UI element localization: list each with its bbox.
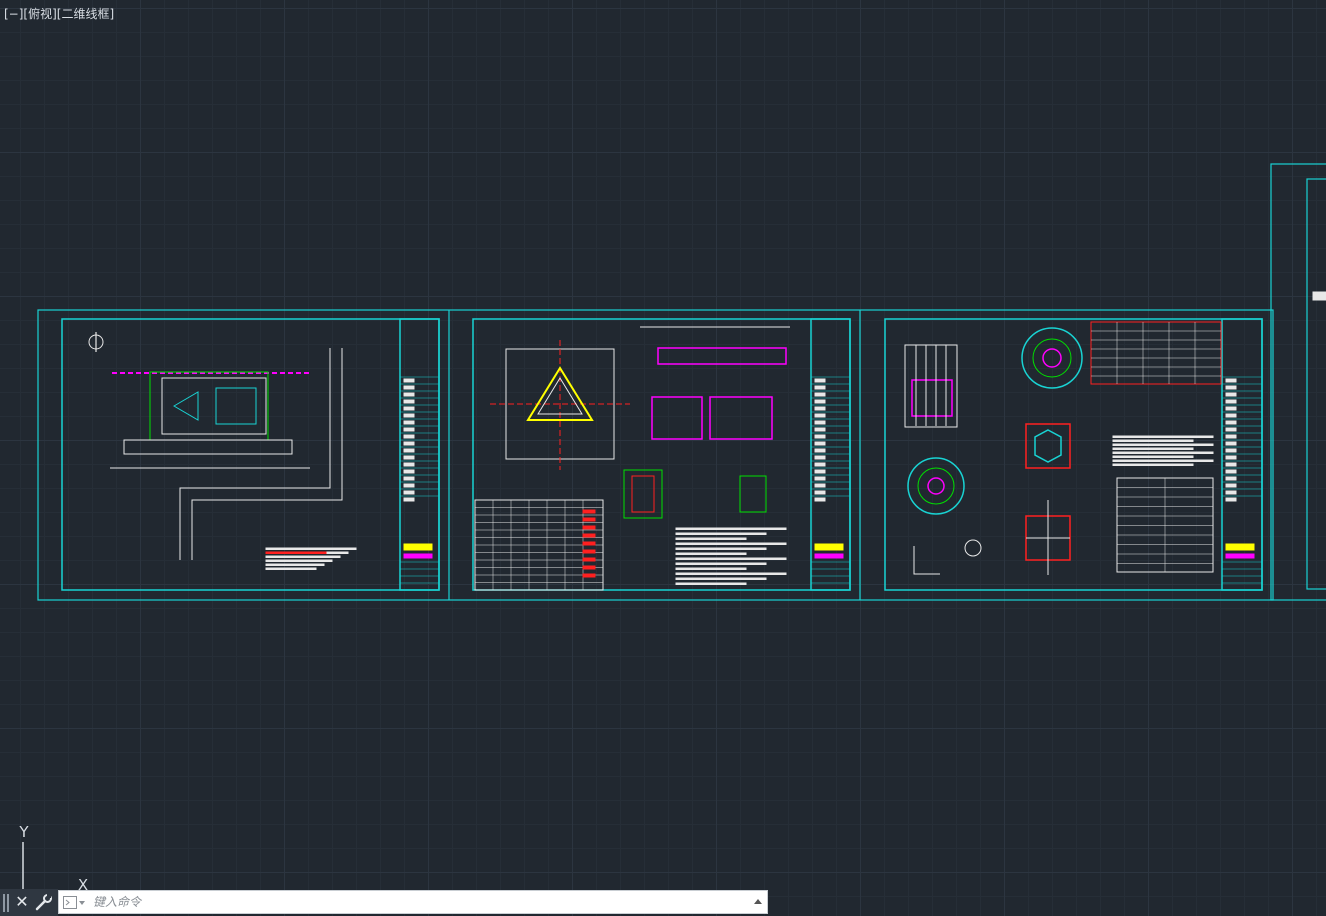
command-line-toolbar: ✕ [0,889,58,916]
wrench-icon[interactable] [34,892,54,912]
model-space-canvas[interactable]: [−][俯视][二维线框] Y X [0,0,1326,916]
command-line[interactable] [58,890,768,914]
sheet-foundation-plan [472,318,851,591]
grip-handle-icon[interactable] [3,894,9,912]
cad-drawing[interactable] [0,0,1326,916]
command-input[interactable] [93,893,733,911]
drawing-sheets [37,163,1326,601]
close-icon[interactable]: ✕ [13,891,31,913]
command-prompt-icon[interactable] [63,896,87,910]
sheet-partial-right [1312,291,1326,301]
ucs-y-label: Y [18,823,29,841]
ucs-icon: Y X [18,823,88,892]
sheet-site-plan [61,318,440,591]
chevron-up-icon[interactable] [753,896,763,908]
sheet-anchor-detail [884,318,1263,591]
